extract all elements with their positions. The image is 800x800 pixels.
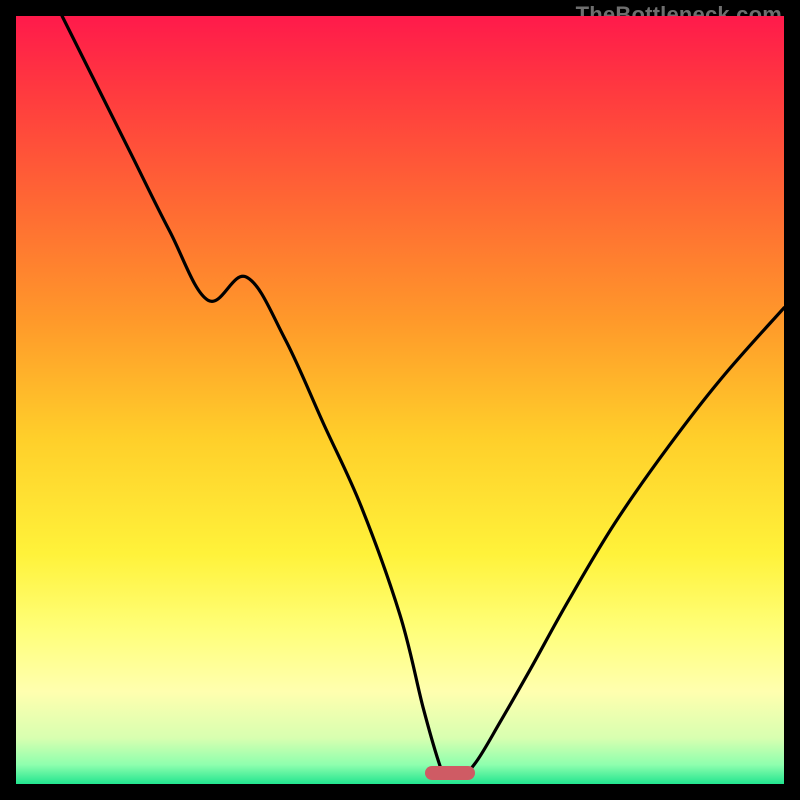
optimum-marker [425,766,475,780]
chart-frame: TheBottleneck.com [16,16,784,784]
gradient-background [16,16,784,784]
bottleneck-chart [16,16,784,784]
